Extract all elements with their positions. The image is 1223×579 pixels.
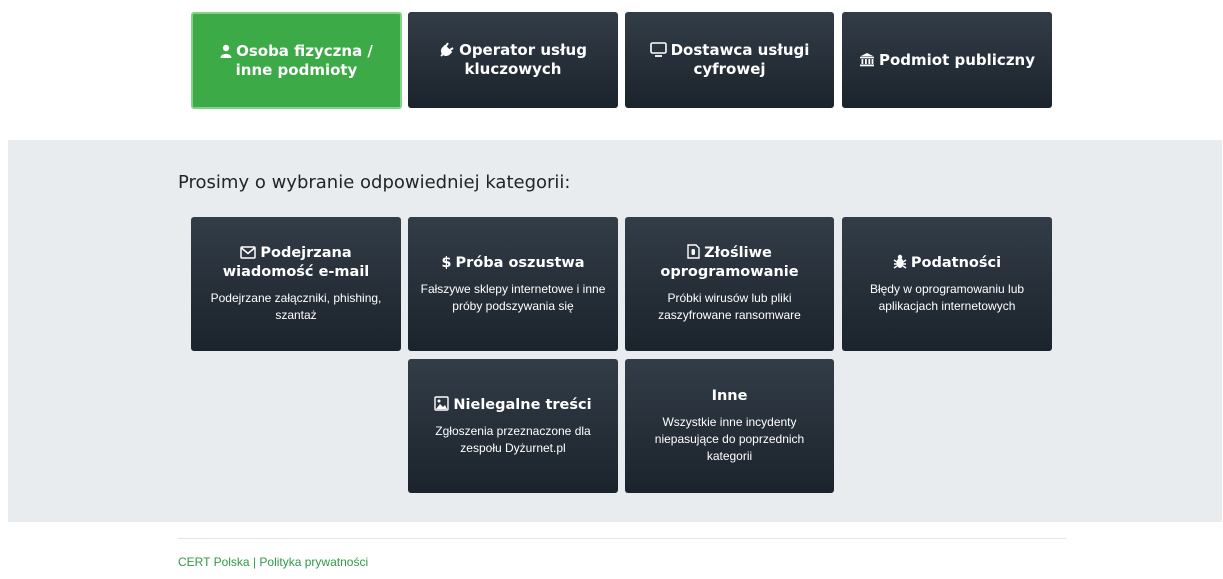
category-title: Podejrzana wiadomość e-mail	[222, 244, 370, 280]
category-description: Próbki wirusów lub pliki zaszyfrowane ra…	[658, 291, 801, 322]
footer: CERT Polska | Polityka prywatności	[178, 555, 368, 569]
dollar-icon: $	[441, 254, 452, 271]
tab-label: Podmiot publiczny	[843, 51, 1051, 70]
monitor-icon	[649, 41, 667, 60]
category-nielegalne-tresci[interactable]: Nielegalne treści Zgłoszenia przeznaczon…	[408, 359, 618, 493]
bug-icon	[893, 254, 907, 273]
tab-operator-uslug[interactable]: Operator usług kluczowych	[408, 12, 618, 108]
category-title: Inne	[711, 388, 748, 404]
tab-label: Osoba fizyczna / inne podmioty	[193, 42, 400, 80]
tab-podmiot-publiczny[interactable]: Podmiot publiczny	[842, 12, 1052, 108]
footer-divider	[178, 538, 1066, 539]
category-description: Błędy w oprogramowaniu lub aplikacjach i…	[869, 281, 1025, 313]
malware-file-icon	[687, 244, 700, 263]
category-inne[interactable]: Inne Wszystkie inne incydenty niepasując…	[625, 359, 834, 493]
user-icon	[220, 42, 232, 61]
institution-icon	[859, 51, 875, 70]
section-heading: Prosimy o wybranie odpowiedniej kategori…	[178, 172, 571, 193]
tab-osoba-fizyczna[interactable]: Osoba fizyczna / inne podmioty	[191, 12, 402, 109]
image-icon	[434, 395, 450, 415]
category-malware[interactable]: Złośliwe oprogramowanie Próbki wirusów l…	[625, 217, 834, 351]
tab-label: Operator usług kluczowych	[408, 41, 618, 79]
envelope-icon	[240, 244, 257, 263]
category-description: Zgłoszenia przeznaczone dla zespołu Dyżu…	[435, 423, 591, 455]
privacy-policy-link[interactable]: Polityka prywatności	[259, 555, 368, 569]
category-description: Fałszywe sklepy internetowe i inne próby…	[420, 281, 606, 313]
category-title: Nielegalne treści	[420, 395, 605, 415]
tab-dostawca-uslugi[interactable]: Dostawca usługi cyfrowej	[625, 12, 834, 108]
category-title: Złośliwe oprogramowanie	[660, 244, 799, 280]
cert-polska-link[interactable]: CERT Polska	[178, 555, 250, 569]
category-email[interactable]: Podejrzana wiadomość e-mail Podejrzane z…	[191, 217, 401, 351]
category-podatnosci[interactable]: Podatności Błędy w oprogramowaniu lub ap…	[842, 217, 1052, 351]
plug-icon	[439, 41, 455, 60]
category-description: Wszystkie inne incydenty niepasujące do …	[654, 415, 805, 463]
category-title: Podatności	[879, 254, 1015, 273]
category-description: Podejrzane załączniki, phishing, szantaż	[210, 291, 382, 322]
category-title: $ Próba oszustwa	[441, 254, 585, 271]
footer-separator: |	[252, 555, 257, 569]
category-oszustwo[interactable]: $ Próba oszustwa Fałszywe sklepy internet…	[408, 217, 618, 351]
tab-label: Dostawca usługi cyfrowej	[625, 41, 834, 79]
